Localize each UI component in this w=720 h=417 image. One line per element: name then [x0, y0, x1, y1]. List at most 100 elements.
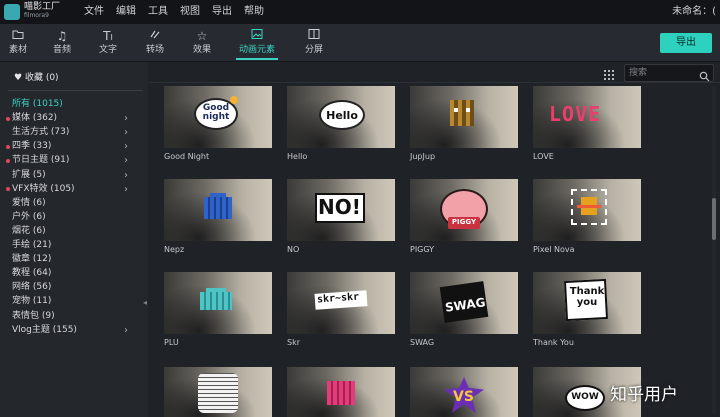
- menu-edit[interactable]: 编辑: [116, 0, 136, 24]
- expand-arrow-icon[interactable]: ›: [124, 183, 128, 196]
- menu-view[interactable]: 视图: [180, 0, 200, 24]
- tab-label: 转场: [145, 45, 164, 55]
- category-sidebar: ♥ 收藏 (0) 所有 (1015) 媒体 (362) › 生活方式 (73) › 四季 …: [0, 62, 148, 417]
- element-thumbnail[interactable]: [164, 179, 272, 241]
- category-item[interactable]: 所有 (1015): [12, 98, 63, 111]
- tab-elements[interactable]: 动画元素: [236, 28, 278, 60]
- element-thumbnail[interactable]: PIGGY: [410, 179, 518, 241]
- tab-label: 分屏: [304, 45, 323, 55]
- element-thumbnail[interactable]: [164, 272, 272, 334]
- expand-arrow-icon[interactable]: ›: [124, 126, 128, 139]
- tab-effects[interactable]: ☆ 效果: [190, 28, 214, 60]
- favorites-item[interactable]: ♥ 收藏 (0): [14, 70, 59, 83]
- tab-label: 音频: [52, 45, 71, 55]
- element-thumbnail[interactable]: LOVE: [533, 86, 641, 148]
- new-content-dot: [6, 144, 10, 149]
- new-content-dot: [6, 116, 10, 121]
- tab-label: 素材: [8, 45, 27, 55]
- tab-text[interactable]: TI 文字: [96, 28, 120, 60]
- tab-media[interactable]: 素材: [6, 28, 30, 60]
- tab-transitions[interactable]: 转场: [143, 28, 167, 60]
- category-item[interactable]: 网络 (56): [12, 281, 51, 294]
- element-thumbnail[interactable]: [287, 367, 395, 417]
- divider: [8, 90, 143, 91]
- element-thumbnail[interactable]: SWAG: [410, 272, 518, 334]
- element-label: Thank You: [533, 338, 574, 347]
- scrollbar-track[interactable]: [712, 86, 716, 414]
- element-thumbnail[interactable]: NO!: [287, 179, 395, 241]
- folder-icon: [6, 28, 30, 44]
- expand-arrow-icon[interactable]: ›: [124, 154, 128, 167]
- element-label: PIGGY: [410, 245, 435, 254]
- element-label: JupJup: [410, 152, 436, 161]
- category-item[interactable]: 生活方式 (73): [12, 126, 69, 139]
- element-thumbnail[interactable]: VS: [410, 367, 518, 417]
- transition-icon: [143, 28, 167, 44]
- menu-tools[interactable]: 工具: [148, 0, 168, 24]
- search-icon[interactable]: [699, 67, 710, 82]
- category-item[interactable]: 表情包 (9): [12, 310, 55, 323]
- element-thumbnail[interactable]: Thank you: [533, 272, 641, 334]
- sticker-text: NO!: [318, 195, 361, 219]
- media-toolbar: 素材 ♫ 音频 TI 文字 转场 ☆ 效果 动画元素 分屏: [0, 24, 720, 62]
- category-item[interactable]: 爱情 (6): [12, 197, 46, 210]
- menu-export[interactable]: 导出: [212, 0, 232, 24]
- category-item[interactable]: 户外 (6): [12, 211, 46, 224]
- expand-arrow-icon[interactable]: ›: [124, 140, 128, 153]
- project-name: 未命名：(: [672, 6, 716, 17]
- expand-arrow-icon[interactable]: ›: [124, 112, 128, 125]
- tab-split-screen[interactable]: 分屏: [302, 28, 326, 60]
- menu-help[interactable]: 帮助: [244, 0, 264, 24]
- sticker-text: Thank you: [569, 286, 605, 308]
- menu-bar: 文件 编辑 工具 视图 导出 帮助: [84, 0, 276, 24]
- element-thumbnail[interactable]: Hello: [287, 86, 395, 148]
- category-item[interactable]: Vlog主题 (155): [12, 324, 77, 337]
- element-thumbnail[interactable]: [164, 367, 272, 417]
- tab-label: 文字: [98, 45, 117, 55]
- element-thumbnail[interactable]: Good night: [164, 86, 272, 148]
- sticker-text: Hello: [326, 109, 358, 122]
- sticker-text: LOVE: [549, 102, 602, 126]
- search-box: [624, 64, 714, 82]
- text-icon: TI: [103, 29, 113, 43]
- category-item[interactable]: 徽章 (12): [12, 253, 51, 266]
- tab-audio[interactable]: ♫ 音频: [50, 28, 74, 60]
- element-thumbnail[interactable]: skr~skr: [287, 272, 395, 334]
- search-input[interactable]: [629, 66, 693, 80]
- heart-icon: ♥: [14, 73, 23, 83]
- element-label: Pixel Nova: [533, 245, 575, 254]
- new-content-dot: [6, 187, 10, 192]
- category-item[interactable]: 手绘 (21): [12, 239, 51, 252]
- category-item[interactable]: 媒体 (362): [12, 112, 57, 125]
- element-label: Hello: [287, 152, 308, 161]
- title-bar: 喵影工厂 filmora9 文件 编辑 工具 视图 导出 帮助 未命名：(: [0, 0, 720, 24]
- expand-arrow-icon[interactable]: ›: [124, 169, 128, 182]
- split-screen-icon: [302, 28, 326, 44]
- tab-label: 动画元素: [238, 45, 275, 55]
- menu-file[interactable]: 文件: [84, 0, 104, 24]
- element-label: LOVE: [533, 152, 554, 161]
- category-item[interactable]: 教程 (64): [12, 267, 51, 280]
- expand-arrow-icon[interactable]: ›: [124, 324, 128, 337]
- element-label: Good Night: [164, 152, 210, 161]
- category-item[interactable]: 扩展 (5): [12, 169, 46, 182]
- scrollbar-thumb[interactable]: [712, 198, 716, 240]
- category-item[interactable]: 四季 (33): [12, 140, 51, 153]
- export-button[interactable]: 导出: [660, 33, 712, 53]
- sticker-text: Good night: [202, 103, 230, 122]
- app-logo: [4, 4, 20, 20]
- element-label: SWAG: [410, 338, 435, 347]
- sticker-text: VS: [453, 389, 474, 405]
- category-item[interactable]: 烟花 (6): [12, 225, 46, 238]
- collapse-sidebar-icon[interactable]: ◂: [143, 298, 147, 307]
- category-item[interactable]: 节日主题 (91): [12, 154, 69, 167]
- category-item[interactable]: 宠物 (11): [12, 295, 51, 308]
- favorites-label: 收藏 (0): [24, 73, 59, 83]
- category-item[interactable]: VFX特效 (105): [12, 183, 75, 196]
- element-thumbnail[interactable]: [410, 86, 518, 148]
- watermark: 知乎用户: [610, 385, 678, 405]
- grid-view-icon[interactable]: [603, 66, 615, 80]
- app-edition: filmora9: [24, 12, 49, 19]
- active-tab-indicator: [236, 58, 278, 60]
- element-thumbnail[interactable]: [533, 179, 641, 241]
